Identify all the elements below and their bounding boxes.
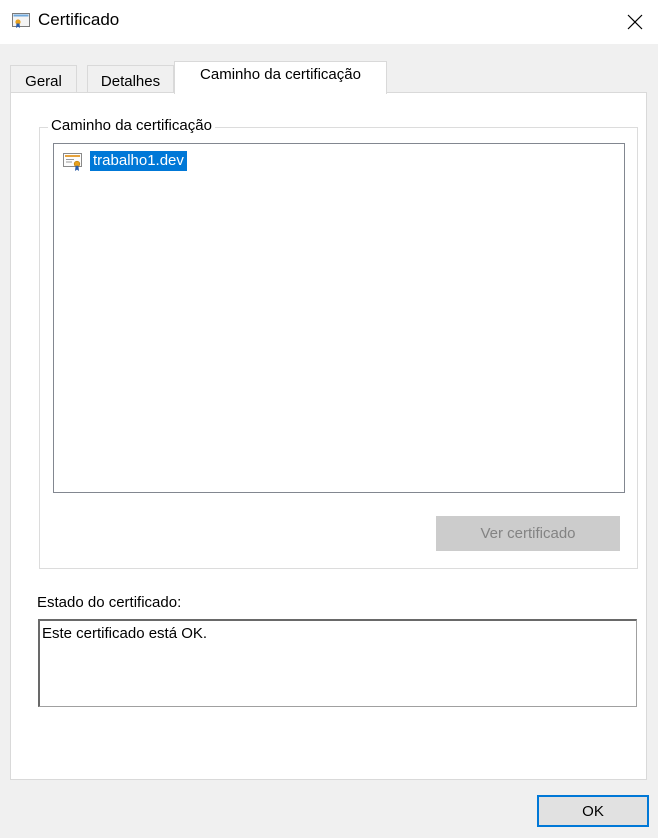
tab-caminho-da-certificacao[interactable]: Caminho da certificação [174, 61, 387, 94]
certificate-status-text: Este certificado está OK. [42, 625, 208, 642]
tab-label: Detalhes [100, 73, 161, 90]
tab-detalhes[interactable]: Detalhes [87, 65, 174, 93]
certificate-icon [12, 13, 30, 28]
ok-button[interactable]: OK [537, 795, 649, 827]
tree-item-label: trabalho1.dev [90, 151, 187, 171]
tab-geral[interactable]: Geral [10, 65, 77, 93]
close-icon [627, 14, 643, 30]
close-button[interactable] [612, 0, 658, 44]
window-title: Certificado [38, 10, 120, 29]
certificate-status-box: Este certificado está OK. [38, 619, 637, 707]
tab-panel: Caminho da certificação trabalho1.dev Ve… [10, 92, 647, 780]
view-certificate-button[interactable]: Ver certificado [436, 516, 620, 551]
title-bar: Certificado [0, 0, 658, 44]
group-legend: Caminho da certificação [48, 117, 215, 134]
tab-label: Caminho da certificação [200, 66, 361, 83]
tab-label: Geral [25, 73, 62, 90]
certificate-icon [63, 153, 82, 171]
certificate-status-label: Estado do certificado: [37, 594, 182, 611]
certification-path-tree[interactable]: trabalho1.dev [53, 143, 625, 493]
